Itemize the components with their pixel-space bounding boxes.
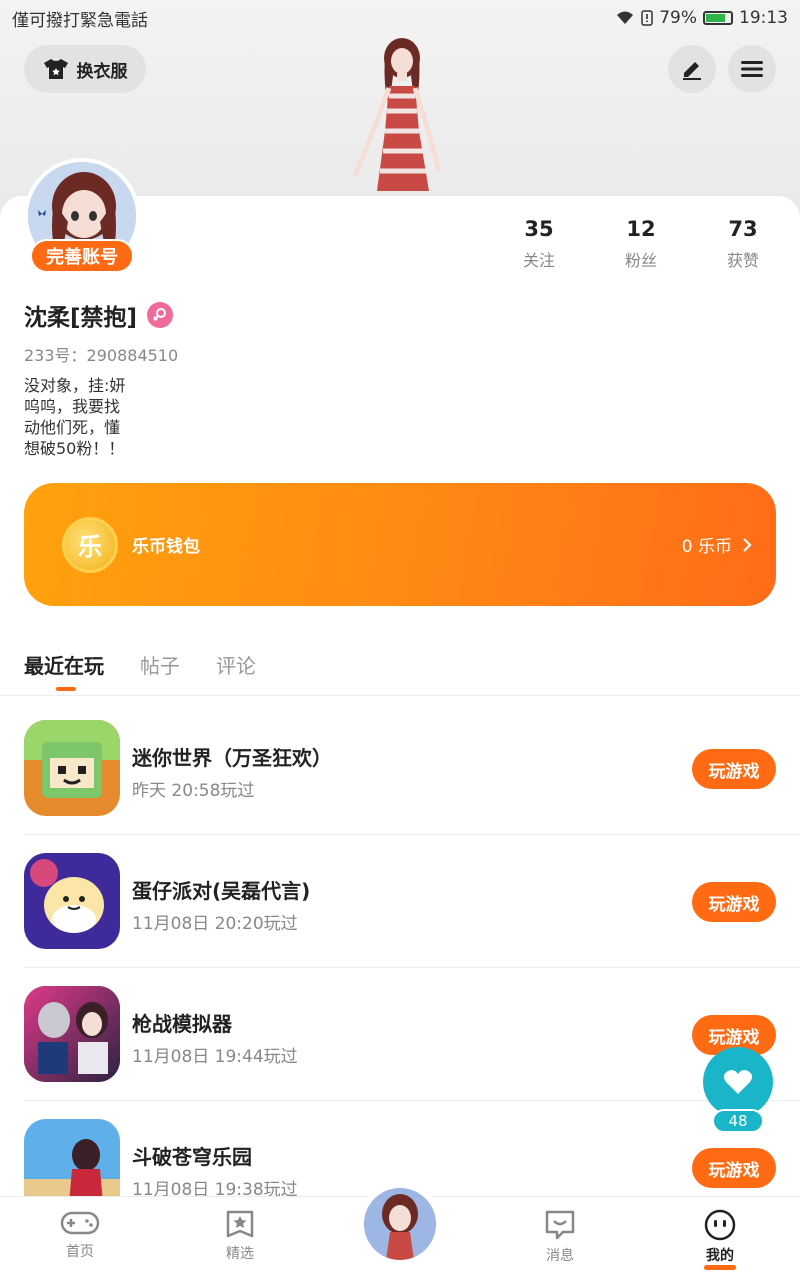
profile-face-icon [704, 1209, 736, 1241]
stat-following-value: 35 [524, 217, 554, 241]
complete-account-button[interactable]: 完善账号 [30, 239, 134, 273]
profile-tabs: 最近在玩 帖子 评论 [24, 650, 256, 691]
status-time: 19:13 [739, 8, 788, 28]
battery-percent: 79% [659, 8, 697, 28]
nav-messages-label: 消息 [546, 1248, 574, 1264]
user-bio: 没对象，挂:妍 呜呜，我要找 动他们死，懂 想破50粉！！ [24, 376, 126, 458]
menu-icon [741, 61, 763, 77]
profile-stats: 35 关注 12 粉丝 73 获赞 [488, 217, 800, 271]
stat-likes[interactable]: 73 获赞 [692, 217, 794, 271]
nav-featured[interactable]: 精选 [160, 1197, 320, 1280]
chevron-right-icon [743, 537, 752, 552]
nav-home[interactable]: 首页 [0, 1197, 160, 1280]
menu-button[interactable] [728, 45, 776, 93]
message-icon [545, 1210, 575, 1240]
game-icon-mini-world[interactable] [24, 720, 120, 816]
wallet-balance-row: 0 乐币 [682, 532, 752, 557]
heart-icon [723, 1070, 753, 1094]
nav-home-label: 首页 [66, 1244, 94, 1260]
nav-active-indicator [704, 1265, 736, 1270]
game-name: 枪战模拟器 [132, 1012, 232, 1036]
nav-center-avatar [364, 1188, 436, 1260]
game-name: 蛋仔派对(吴磊代言) [132, 879, 311, 903]
tab-posts[interactable]: 帖子 [140, 650, 180, 691]
avatar-character-figure[interactable] [345, 36, 455, 196]
nav-mine-label: 我的 [706, 1248, 734, 1264]
nav-featured-label: 精选 [226, 1246, 254, 1262]
change-outfit-button[interactable]: 换衣服 [24, 45, 146, 93]
status-carrier-text: 僅可撥打緊急電話 [12, 10, 148, 31]
female-gender-icon [147, 302, 174, 328]
tab-recently-played[interactable]: 最近在玩 [24, 650, 104, 691]
stat-likes-label: 获赞 [726, 251, 759, 270]
shirt-icon [43, 59, 68, 79]
stat-followers-label: 粉丝 [624, 251, 657, 270]
play-game-button[interactable]: 玩游戏 [692, 882, 776, 922]
battery-fill [706, 14, 725, 22]
list-item[interactable]: 蛋仔派对(吴磊代言) 11月08日 20:20玩过 玩游戏 [0, 835, 800, 968]
wallet-card[interactable]: 乐 乐币钱包 0 乐币 [24, 483, 776, 606]
game-last-played: 11月08日 19:44玩过 [132, 1047, 298, 1067]
game-icon-eggy-party[interactable] [24, 853, 120, 949]
list-item[interactable]: 枪战模拟器 11月08日 19:44玩过 玩游戏 [0, 968, 800, 1101]
game-last-played: 昨天 20:58玩过 [132, 781, 255, 801]
game-name: 斗破苍穹乐园 [132, 1145, 252, 1169]
like-count-badge: 48 [712, 1109, 764, 1133]
gamepad-icon [60, 1211, 100, 1235]
star-bookmark-icon [226, 1210, 254, 1238]
play-game-button[interactable]: 玩游戏 [692, 749, 776, 789]
wallet-balance: 0 乐币 [681, 537, 732, 557]
tab-comments[interactable]: 评论 [216, 650, 256, 691]
recent-games-list: 迷你世界（万圣狂欢） 昨天 20:58玩过 玩游戏 蛋仔派对(吴磊代言) 11月… [0, 702, 800, 1234]
stat-following-label: 关注 [522, 251, 555, 270]
nav-center-avatar-button[interactable] [358, 1182, 442, 1266]
le-coin-icon: 乐 [62, 516, 118, 573]
nav-mine[interactable]: 我的 [640, 1197, 800, 1280]
change-outfit-label: 换衣服 [76, 61, 128, 82]
edit-profile-button[interactable] [668, 45, 716, 93]
play-game-button[interactable]: 玩游戏 [692, 1148, 776, 1188]
game-icon-gun-simulator[interactable] [24, 986, 120, 1082]
list-item[interactable]: 迷你世界（万圣狂欢） 昨天 20:58玩过 玩游戏 [0, 702, 800, 835]
stat-followers[interactable]: 12 粉丝 [590, 217, 692, 271]
nav-messages[interactable]: 消息 [480, 1197, 640, 1280]
username: 沈柔[禁抱] [24, 305, 138, 331]
game-name: 迷你世界（万圣狂欢） [132, 746, 332, 770]
alert-icon [641, 10, 653, 26]
wallet-title: 乐币钱包 [132, 537, 200, 557]
status-right: 79% 19:13 [615, 8, 788, 28]
user-id: 233号：290884510 [24, 346, 179, 365]
tabs-divider [0, 695, 800, 696]
pencil-icon [683, 62, 701, 80]
username-row: 沈柔[禁抱] [24, 298, 174, 332]
stat-followers-value: 12 [626, 217, 656, 241]
stat-likes-value: 73 [728, 217, 758, 241]
wifi-icon [617, 11, 634, 24]
battery-icon [703, 11, 733, 25]
like-fab-button[interactable] [703, 1047, 773, 1117]
game-last-played: 11月08日 20:20玩过 [132, 914, 298, 934]
status-bar: 僅可撥打緊急電話 79% 19:13 [0, 0, 800, 36]
stat-following[interactable]: 35 关注 [488, 217, 590, 271]
